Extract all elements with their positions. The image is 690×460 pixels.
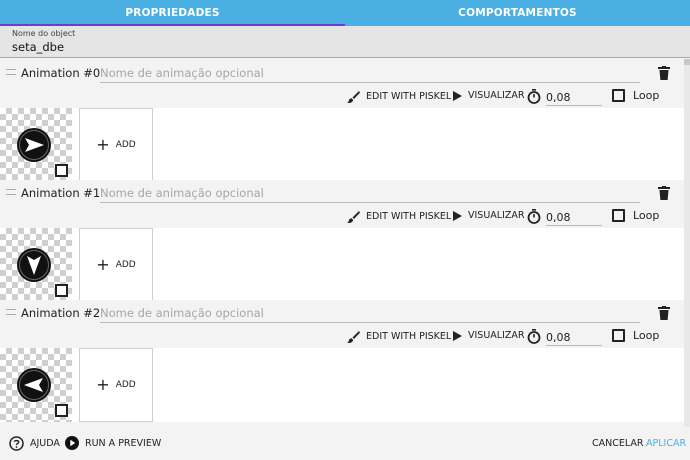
drag-handle-icon[interactable] (6, 69, 16, 75)
plus-icon: + (96, 135, 110, 154)
edit-with-piskel-label: EDIT WITH PISKEL (366, 331, 452, 342)
frame-duration-input[interactable] (546, 209, 602, 226)
animation-header: Animation #0 EDIT WITH PISKEL VISUALIZAR… (0, 60, 684, 108)
animation-name-input[interactable] (100, 183, 640, 203)
object-name-label: Nome do object (12, 29, 76, 38)
frame-thumbnail[interactable] (0, 108, 72, 182)
play-icon (453, 90, 462, 101)
frame-select-checkbox[interactable] (55, 404, 68, 417)
timer-icon (527, 89, 541, 104)
plus-icon: + (96, 255, 110, 274)
animation-block-2: Animation #2 EDIT WITH PISKEL VISUALIZAR… (0, 300, 684, 422)
add-frame-label: ADD (115, 380, 136, 390)
play-circle-icon (65, 436, 79, 450)
tab-bar: PROPRIEDADES COMPORTAMENTOS (0, 0, 690, 26)
loop-toggle[interactable]: Loop (612, 329, 659, 342)
frame-duration-input[interactable] (546, 329, 602, 346)
edit-with-piskel-label: EDIT WITH PISKEL (366, 211, 452, 222)
frame-thumbnail[interactable] (0, 348, 72, 422)
arrow-left-icon (17, 368, 51, 402)
play-icon (453, 330, 462, 341)
frame-list: + ADD (0, 108, 684, 182)
help-button[interactable]: AJUDA (9, 436, 60, 451)
drag-handle-icon[interactable] (6, 309, 16, 315)
visualizar-label: VISUALIZAR (468, 90, 525, 101)
scrollbar-thumb[interactable] (684, 59, 690, 65)
object-name-input[interactable]: seta_dbe (12, 40, 678, 54)
visualizar-button[interactable]: VISUALIZAR (453, 90, 525, 101)
timer-icon (527, 329, 541, 344)
brush-icon (347, 331, 360, 343)
frame-list: + ADD (0, 228, 684, 302)
add-frame-label: ADD (115, 140, 136, 150)
run-preview-label: RUN A PREVIEW (85, 437, 162, 449)
scrollbar[interactable] (684, 59, 690, 427)
add-frame-button[interactable]: + ADD (79, 228, 153, 302)
frame-select-checkbox[interactable] (55, 284, 68, 297)
frame-list: + ADD (0, 348, 684, 422)
frame-select-checkbox[interactable] (55, 164, 68, 177)
animation-title: Animation #1 (21, 186, 101, 200)
animation-block-0: Animation #0 EDIT WITH PISKEL VISUALIZAR… (0, 60, 684, 182)
loop-label: Loop (633, 329, 660, 342)
apply-button[interactable]: APLICAR (646, 438, 686, 449)
arrow-right-icon (17, 128, 51, 162)
visualizar-label: VISUALIZAR (468, 210, 525, 221)
animation-header: Animation #1 EDIT WITH PISKEL VISUALIZAR… (0, 180, 684, 228)
animation-header: Animation #2 EDIT WITH PISKEL VISUALIZAR… (0, 300, 684, 348)
drag-handle-icon[interactable] (6, 189, 16, 195)
animation-toolbar: EDIT WITH PISKEL VISUALIZAR Loop (0, 328, 684, 348)
brush-icon (347, 91, 360, 103)
tab-comportamentos[interactable]: COMPORTAMENTOS (345, 0, 690, 26)
visualizar-button[interactable]: VISUALIZAR (453, 210, 525, 221)
add-frame-button[interactable]: + ADD (79, 348, 153, 422)
object-name-field[interactable]: Nome do object seta_dbe (0, 26, 690, 58)
loop-checkbox[interactable] (612, 209, 625, 222)
animation-block-1: Animation #1 EDIT WITH PISKEL VISUALIZAR… (0, 180, 684, 302)
animation-name-input[interactable] (100, 303, 640, 323)
edit-with-piskel-button[interactable]: EDIT WITH PISKEL (347, 330, 451, 343)
loop-checkbox[interactable] (612, 329, 625, 342)
animation-title: Animation #2 (21, 306, 101, 320)
brush-icon (347, 211, 360, 223)
animation-toolbar: EDIT WITH PISKEL VISUALIZAR Loop (0, 208, 684, 228)
help-label: AJUDA (30, 438, 60, 449)
add-frame-label: ADD (115, 260, 136, 270)
edit-with-piskel-button[interactable]: EDIT WITH PISKEL (347, 90, 451, 103)
timer-icon (527, 209, 541, 224)
frame-duration-input[interactable] (546, 89, 602, 106)
run-preview-button[interactable]: RUN A PREVIEW (65, 436, 161, 450)
help-icon (9, 436, 24, 451)
loop-toggle[interactable]: Loop (612, 89, 659, 102)
visualizar-button[interactable]: VISUALIZAR (453, 330, 525, 341)
loop-label: Loop (633, 89, 660, 102)
trash-icon[interactable] (658, 306, 670, 320)
frame-thumbnail[interactable] (0, 228, 72, 302)
animation-toolbar: EDIT WITH PISKEL VISUALIZAR Loop (0, 88, 684, 108)
tab-propriedades[interactable]: PROPRIEDADES (0, 0, 345, 26)
edit-with-piskel-label: EDIT WITH PISKEL (366, 91, 452, 102)
arrow-down-icon (17, 248, 51, 282)
edit-with-piskel-button[interactable]: EDIT WITH PISKEL (347, 210, 451, 223)
loop-label: Loop (633, 209, 660, 222)
plus-icon: + (96, 375, 110, 394)
cancel-button[interactable]: CANCELAR (592, 438, 644, 449)
add-frame-button[interactable]: + ADD (79, 108, 153, 182)
animation-name-input[interactable] (100, 63, 640, 83)
loop-checkbox[interactable] (612, 89, 625, 102)
trash-icon[interactable] (658, 186, 670, 200)
visualizar-label: VISUALIZAR (468, 330, 525, 341)
loop-toggle[interactable]: Loop (612, 209, 659, 222)
play-icon (453, 210, 462, 221)
animation-title: Animation #0 (21, 66, 101, 80)
trash-icon[interactable] (658, 66, 670, 80)
dialog-footer: AJUDA RUN A PREVIEW CANCELAR APLICAR (0, 427, 690, 460)
